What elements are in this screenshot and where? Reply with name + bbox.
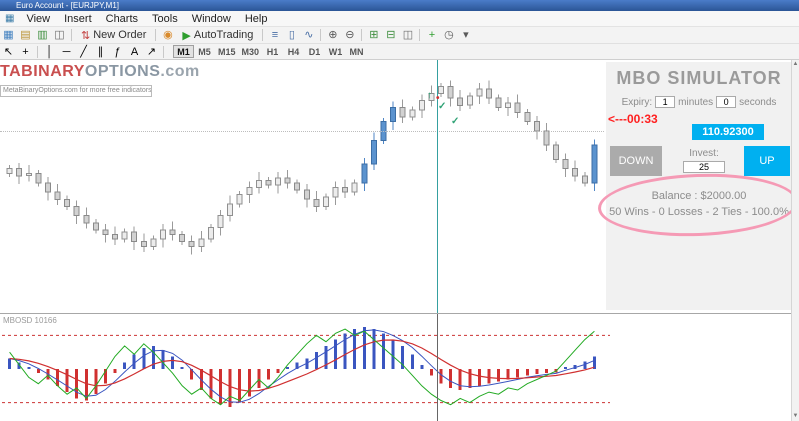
toolbar-separator — [163, 45, 164, 58]
watermark-note: MetaBinaryOptions.com for more free indi… — [0, 85, 152, 97]
expiry-label: Expiry: — [621, 96, 653, 108]
new-chart-icon[interactable]: ▦ — [0, 28, 17, 42]
expiry-minutes-input[interactable] — [655, 96, 676, 108]
timeframe-m5[interactable]: M5 — [194, 45, 215, 58]
candlestick-chart-icon[interactable]: ▯ — [283, 28, 300, 42]
cascade-windows-icon[interactable]: ⊟ — [382, 28, 399, 42]
scroll-down-icon[interactable]: ▼ — [792, 412, 799, 421]
chart-scrollbar[interactable]: ▲ ▼ — [791, 60, 799, 421]
up-button[interactable]: UP — [744, 146, 790, 176]
candlestick-chart — [6, 80, 598, 255]
menu-tools[interactable]: Tools — [145, 13, 185, 25]
menu-view[interactable]: View — [19, 13, 57, 25]
watermark-brand: TABINARYOPTIONS.com — [0, 63, 200, 81]
menu-bar: ▦ View Insert Charts Tools Window Help — [0, 11, 799, 27]
expiry-countdown: <---00:33 — [608, 112, 658, 126]
down-button[interactable]: DOWN — [610, 146, 662, 176]
toolbar-drawing: ↖ + │ ─ ╱ ∥ ƒ A ↗ M1 M5 M15 M30 H1 H4 D1… — [0, 44, 799, 60]
invest-label: Invest: — [689, 148, 719, 159]
toolbar-separator — [37, 45, 38, 58]
toolbar-separator — [361, 29, 363, 41]
autotrading-play-icon: ▶ — [182, 29, 191, 42]
periods-clock-icon[interactable]: ◷ — [440, 28, 457, 42]
autotrading-label: AutoTrading — [193, 29, 254, 41]
mt4-window: Euro Account - [EURJPY,M1] ▦ View Insert… — [0, 0, 799, 421]
new-order-label: New Order — [93, 29, 147, 41]
timeframe-mn[interactable]: MN — [346, 45, 367, 58]
app-icon: ▦ — [5, 13, 15, 24]
expiry-vertical-line-indicator — [437, 314, 438, 421]
current-price-line — [0, 131, 604, 132]
indicator-pane[interactable]: MBOSD 10166 — [0, 313, 799, 421]
zoom-in-icon[interactable]: ⊕ — [324, 28, 341, 42]
channel-icon[interactable]: ∥ — [92, 45, 109, 59]
expiry-row: Expiry: minutes seconds — [606, 96, 792, 108]
data-window-icon[interactable]: ◫ — [51, 28, 68, 42]
cursor-icon[interactable]: ↖ — [0, 45, 17, 59]
indicator-label: MBOSD 10166 — [3, 316, 57, 325]
watermark-brand-red: TABINARY — [0, 63, 85, 80]
stats-highlight-ellipse — [596, 170, 799, 240]
expert-advisors-icon[interactable]: ◉ — [159, 28, 176, 42]
menu-window[interactable]: Window — [185, 13, 238, 25]
mbo-simulator-panel: MBO SIMULATOR Expiry: minutes seconds <-… — [596, 62, 799, 310]
indicator-chart — [2, 327, 610, 407]
market-watch-icon[interactable]: ▥ — [34, 28, 51, 42]
seconds-label: seconds — [739, 96, 777, 108]
trendline-icon[interactable]: ╱ — [75, 45, 92, 59]
zoom-out-icon[interactable]: ⊖ — [341, 28, 358, 42]
menu-help[interactable]: Help — [238, 13, 275, 25]
indicators-icon[interactable]: + — [423, 28, 440, 42]
trade-marker: ✓ — [438, 101, 447, 112]
new-order-button[interactable]: ⇅ New Order — [75, 28, 152, 42]
trade-marker: ↑ — [427, 90, 432, 101]
autotrading-button[interactable]: ▶ AutoTrading — [176, 28, 259, 42]
new-order-icon: ⇅ — [81, 29, 91, 42]
toolbar-separator — [262, 29, 264, 41]
crosshair-icon[interactable]: + — [17, 45, 34, 59]
templates-dropdown-icon[interactable]: ▾ — [457, 28, 474, 42]
bar-chart-icon[interactable]: ≡ — [266, 28, 283, 42]
trade-marker: ✓ — [451, 116, 460, 127]
expiry-seconds-input[interactable] — [716, 96, 737, 108]
minutes-label: minutes — [678, 96, 714, 108]
vertical-line-icon[interactable]: │ — [41, 45, 58, 59]
chart-area[interactable]: TABINARYOPTIONS.com MetaBinaryOptions.co… — [0, 60, 799, 313]
line-chart-icon[interactable]: ∿ — [300, 28, 317, 42]
timeframe-w1[interactable]: W1 — [325, 45, 346, 58]
toolbar-separator — [155, 29, 157, 41]
timeframe-d1[interactable]: D1 — [304, 45, 325, 58]
toolbar-separator — [419, 29, 421, 41]
window-title: Euro Account - [EURJPY,M1] — [16, 1, 120, 10]
toolbar-separator — [320, 29, 322, 41]
fibonacci-icon[interactable]: ƒ — [109, 45, 126, 59]
simulator-title: MBO SIMULATOR — [616, 68, 782, 88]
arrow-tool-icon[interactable]: ↗ — [143, 45, 160, 59]
auto-arrange-icon[interactable]: ◫ — [399, 28, 416, 42]
watermark-brand-gray: OPTIONS — [84, 63, 161, 80]
timeframe-m30[interactable]: M30 — [239, 45, 263, 58]
timeframe-m1[interactable]: M1 — [173, 45, 194, 58]
scroll-up-icon[interactable]: ▲ — [792, 60, 799, 69]
current-price-display: 110.92300 — [692, 124, 764, 140]
menu-insert[interactable]: Insert — [57, 13, 99, 25]
invest-group: Invest: — [666, 148, 742, 173]
watermark-brand-suffix: .com — [160, 63, 200, 80]
timeframe-m15[interactable]: M15 — [215, 45, 239, 58]
toolbar-standard: ▦ ▤ ▥ ◫ ⇅ New Order ◉ ▶ AutoTrading ≡ ▯ … — [0, 27, 799, 44]
menu-charts[interactable]: Charts — [99, 13, 145, 25]
text-tool-icon[interactable]: A — [126, 45, 143, 59]
window-titlebar: Euro Account - [EURJPY,M1] — [0, 0, 799, 11]
profiles-icon[interactable]: ▤ — [17, 28, 34, 42]
tile-windows-icon[interactable]: ⊞ — [365, 28, 382, 42]
toolbar-separator — [71, 29, 72, 41]
horizontal-line-icon[interactable]: ─ — [58, 45, 75, 59]
timeframe-h4[interactable]: H4 — [283, 45, 304, 58]
timeframe-h1[interactable]: H1 — [262, 45, 283, 58]
timeframe-toolbar: M1 M5 M15 M30 H1 H4 D1 W1 MN — [173, 45, 367, 58]
invest-input[interactable] — [683, 161, 725, 173]
